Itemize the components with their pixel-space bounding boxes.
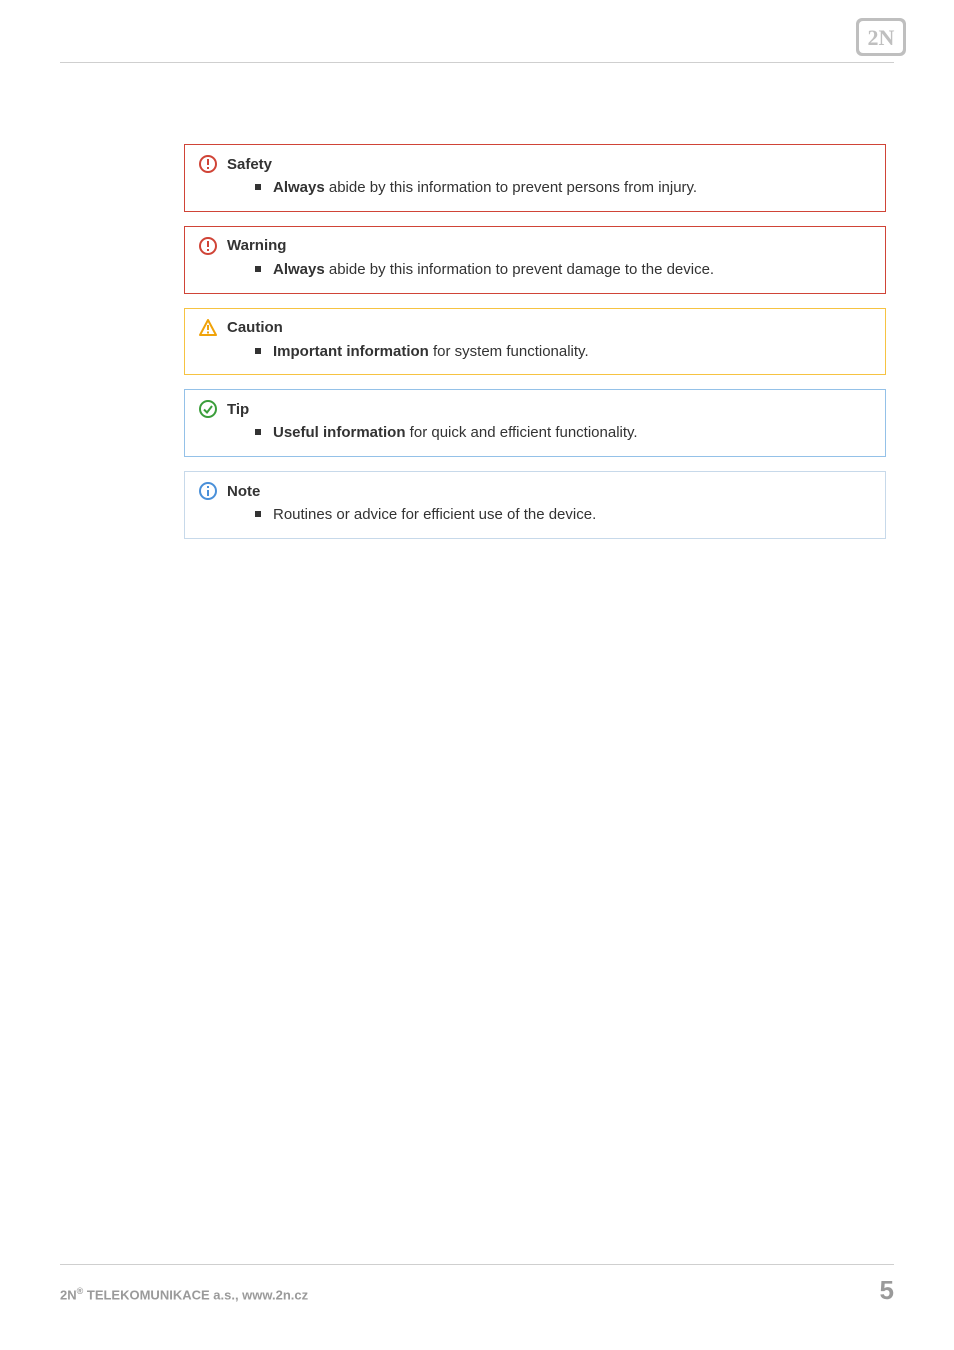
bullet-bold: Important information	[273, 343, 429, 360]
panel-list: Important information for system functio…	[199, 341, 871, 363]
danger-icon	[199, 155, 217, 173]
panel-head: Caution	[199, 319, 871, 337]
list-item: Always abide by this information to prev…	[255, 259, 871, 281]
header-divider	[60, 62, 894, 63]
panel-title: Caution	[227, 319, 283, 336]
warning-panel: Warning Always abide by this information…	[184, 226, 886, 294]
panel-head: Note	[199, 482, 871, 500]
page: 2N Safety Always abide by this informati…	[0, 0, 954, 1350]
list-item: Useful information for quick and efficie…	[255, 422, 871, 444]
bullet-text: for quick and efficient functionality.	[406, 424, 638, 441]
list-item: Routines or advice for efficient use of …	[255, 504, 871, 526]
svg-text:2N: 2N	[868, 25, 895, 50]
bullet-bold: Useful information	[273, 424, 406, 441]
panel-list: Always abide by this information to prev…	[199, 259, 871, 281]
bullet-text: abide by this information to prevent per…	[325, 179, 697, 196]
panel-list: Always abide by this information to prev…	[199, 177, 871, 199]
footer-company: 2N® TELEKOMUNIKACE a.s., www.2n.cz	[60, 1286, 308, 1302]
tip-icon	[199, 400, 217, 418]
tip-panel: Tip Useful information for quick and eff…	[184, 389, 886, 457]
panel-head: Safety	[199, 155, 871, 173]
page-footer: 2N® TELEKOMUNIKACE a.s., www.2n.cz 5	[60, 1264, 894, 1306]
brand-logo: 2N	[856, 18, 906, 61]
warning-icon	[199, 237, 217, 255]
bullet-text: Routines or advice for efficient use of …	[273, 506, 596, 523]
page-number: 5	[880, 1275, 894, 1306]
panel-title: Warning	[227, 237, 286, 254]
panel-head: Warning	[199, 237, 871, 255]
note-panel: Note Routines or advice for efficient us…	[184, 471, 886, 539]
list-item: Important information for system functio…	[255, 341, 871, 363]
bullet-text: abide by this information to prevent dam…	[325, 261, 714, 278]
caution-icon	[199, 319, 217, 337]
panel-title: Safety	[227, 156, 272, 173]
panel-list: Useful information for quick and efficie…	[199, 422, 871, 444]
bullet-text: for system functionality.	[429, 343, 589, 360]
caution-panel: Caution Important information for system…	[184, 308, 886, 376]
bullet-bold: Always	[273, 261, 325, 278]
bullet-bold: Always	[273, 179, 325, 196]
footer-rest: TELEKOMUNIKACE a.s., www.2n.cz	[83, 1287, 308, 1302]
footer-prefix: 2N	[60, 1287, 77, 1302]
content-area: Safety Always abide by this information …	[184, 144, 886, 553]
panel-list: Routines or advice for efficient use of …	[199, 504, 871, 526]
safety-panel: Safety Always abide by this information …	[184, 144, 886, 212]
panel-title: Tip	[227, 401, 249, 418]
panel-head: Tip	[199, 400, 871, 418]
panel-title: Note	[227, 483, 260, 500]
info-icon	[199, 482, 217, 500]
list-item: Always abide by this information to prev…	[255, 177, 871, 199]
